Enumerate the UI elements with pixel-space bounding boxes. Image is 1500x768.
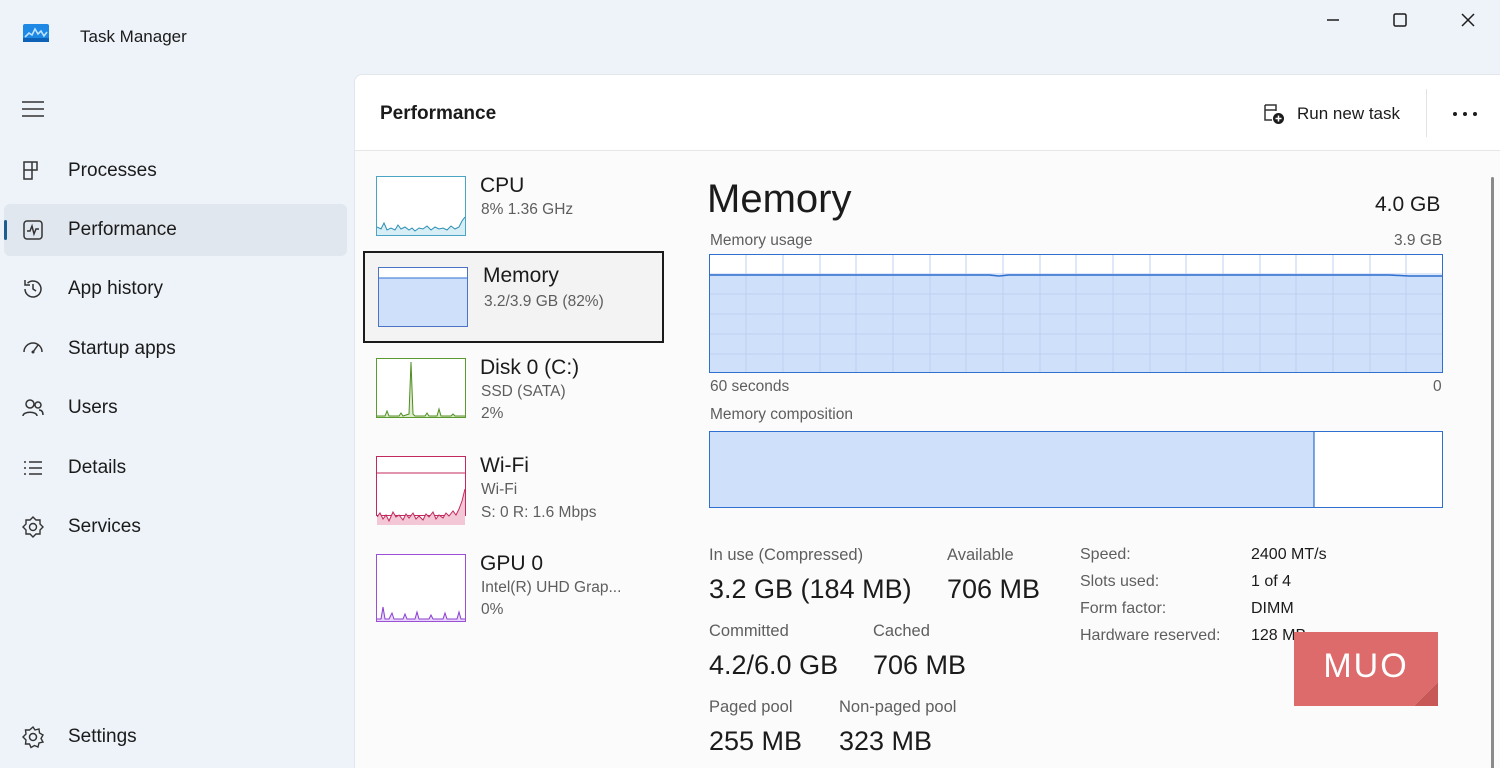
cached-label: Cached	[873, 622, 930, 640]
committed-value: 4.2/6.0 GB	[709, 650, 839, 680]
form-factor-value: DIMM	[1251, 600, 1294, 617]
slots-used-value: 1 of 4	[1251, 573, 1292, 590]
device-detail: 0%	[481, 601, 504, 618]
speed-label: Speed:	[1080, 546, 1131, 563]
sidebar-item-services[interactable]: Services	[4, 501, 347, 553]
in-use-segment	[710, 432, 1314, 507]
run-task-icon	[1264, 104, 1284, 124]
memory-usage-max: 3.9 GB	[1394, 232, 1443, 249]
memory-usage-chart	[709, 254, 1443, 373]
sidebar-item-settings[interactable]: Settings	[4, 711, 347, 763]
history-icon	[21, 277, 45, 301]
memory-thumbnail	[378, 267, 468, 327]
slots-used-label: Slots used:	[1080, 573, 1160, 590]
device-wifi[interactable]: Wi-Fi Wi-Fi S: 0 R: 1.6 Mbps	[363, 454, 664, 546]
paged-pool-value: 255 MB	[709, 726, 803, 756]
device-gpu[interactable]: GPU 0 Intel(R) UHD Grap... 0%	[363, 552, 664, 644]
users-icon	[21, 396, 45, 420]
non-paged-pool-label: Non-paged pool	[839, 698, 957, 716]
memory-composition-bar	[709, 431, 1443, 508]
sidebar-item-users[interactable]: Users	[4, 382, 347, 434]
in-use-value: 3.2 GB (184 MB)	[709, 574, 912, 604]
sidebar-item-startup-apps[interactable]: Startup apps	[4, 323, 347, 375]
available-value: 706 MB	[947, 574, 1041, 604]
sidebar-item-label: Settings	[68, 726, 137, 747]
device-detail: 3.2/3.9 GB (82%)	[484, 293, 604, 310]
sidebar-item-label: Details	[68, 457, 127, 478]
sidebar-item-label: Performance	[68, 219, 177, 240]
services-icon	[21, 515, 45, 539]
page-header: Performance Run new task	[355, 75, 1500, 151]
available-label: Available	[947, 546, 1014, 564]
gear-icon	[21, 725, 45, 749]
form-factor-label: Form factor:	[1080, 600, 1167, 617]
title-bar: Task Manager	[0, 0, 1500, 74]
device-detail: Intel(R) UHD Grap...	[481, 579, 622, 596]
minimize-button[interactable]	[1313, 6, 1353, 34]
device-name: CPU	[480, 174, 525, 197]
sidebar-item-label: App history	[68, 278, 164, 299]
hamburger-icon[interactable]	[20, 98, 46, 120]
device-detail: S: 0 R: 1.6 Mbps	[481, 504, 597, 521]
close-icon	[1461, 13, 1475, 27]
header-divider	[1426, 89, 1427, 137]
device-name: Disk 0 (C:)	[480, 356, 580, 379]
memory-total: 4.0 GB	[1375, 193, 1441, 216]
run-new-task-label: Run new task	[1297, 104, 1400, 123]
minimize-icon	[1327, 19, 1339, 21]
device-disk[interactable]: Disk 0 (C:) SSD (SATA) 2%	[363, 356, 664, 448]
cpu-thumbnail	[376, 176, 466, 236]
memory-usage-label: Memory usage	[710, 232, 813, 249]
muo-watermark-logo: MUO	[1294, 632, 1438, 706]
hardware-reserved-label: Hardware reserved:	[1080, 627, 1221, 644]
more-options-button[interactable]	[1448, 99, 1482, 129]
processes-icon	[21, 159, 45, 183]
sidebar: Processes Performance App history Startu…	[0, 74, 354, 768]
paged-pool-label: Paged pool	[709, 698, 793, 716]
committed-label: Committed	[709, 622, 789, 640]
sidebar-item-label: Startup apps	[68, 338, 176, 359]
device-detail: Wi-Fi	[481, 481, 518, 498]
device-detail: 2%	[481, 405, 504, 422]
run-new-task-button[interactable]: Run new task	[1262, 99, 1400, 129]
maximize-button[interactable]	[1380, 6, 1420, 34]
memory-composition-label: Memory composition	[710, 406, 853, 423]
vertical-scrollbar[interactable]	[1491, 177, 1494, 768]
task-manager-icon	[23, 24, 49, 42]
sidebar-item-label: Processes	[68, 160, 157, 181]
details-icon	[21, 456, 45, 480]
device-name: Wi-Fi	[480, 454, 529, 477]
sidebar-item-label: Users	[68, 397, 118, 418]
zero-label: 0	[1433, 378, 1442, 395]
active-indicator	[4, 220, 7, 240]
device-name: Memory	[483, 264, 559, 287]
memory-title: Memory	[707, 177, 852, 221]
non-paged-pool-value: 323 MB	[839, 726, 933, 756]
window-title: Task Manager	[80, 27, 187, 46]
page-title: Performance	[380, 103, 497, 124]
cached-value: 706 MB	[873, 650, 967, 680]
maximize-icon	[1393, 13, 1407, 27]
sidebar-item-processes[interactable]: Processes	[4, 145, 347, 197]
device-detail: SSD (SATA)	[481, 383, 566, 400]
more-icon	[1453, 112, 1477, 116]
wifi-thumbnail	[376, 456, 466, 525]
svg-text:MUO: MUO	[1323, 647, 1408, 685]
device-detail: 8% 1.36 GHz	[481, 201, 574, 218]
sidebar-item-app-history[interactable]: App history	[4, 263, 347, 315]
in-use-label: In use (Compressed)	[709, 546, 864, 564]
disk-thumbnail	[376, 358, 466, 418]
device-name: GPU 0	[480, 552, 544, 575]
gpu-thumbnail	[376, 554, 466, 622]
performance-icon	[21, 218, 45, 242]
time-span-label: 60 seconds	[710, 378, 790, 395]
device-memory[interactable]: Memory 3.2/3.9 GB (82%)	[363, 251, 664, 343]
startup-icon	[21, 337, 45, 361]
sidebar-item-performance[interactable]: Performance	[4, 204, 347, 256]
sidebar-item-label: Services	[68, 516, 141, 537]
sidebar-item-details[interactable]: Details	[4, 442, 347, 494]
close-button[interactable]	[1448, 6, 1488, 34]
speed-value: 2400 MT/s	[1251, 546, 1327, 563]
